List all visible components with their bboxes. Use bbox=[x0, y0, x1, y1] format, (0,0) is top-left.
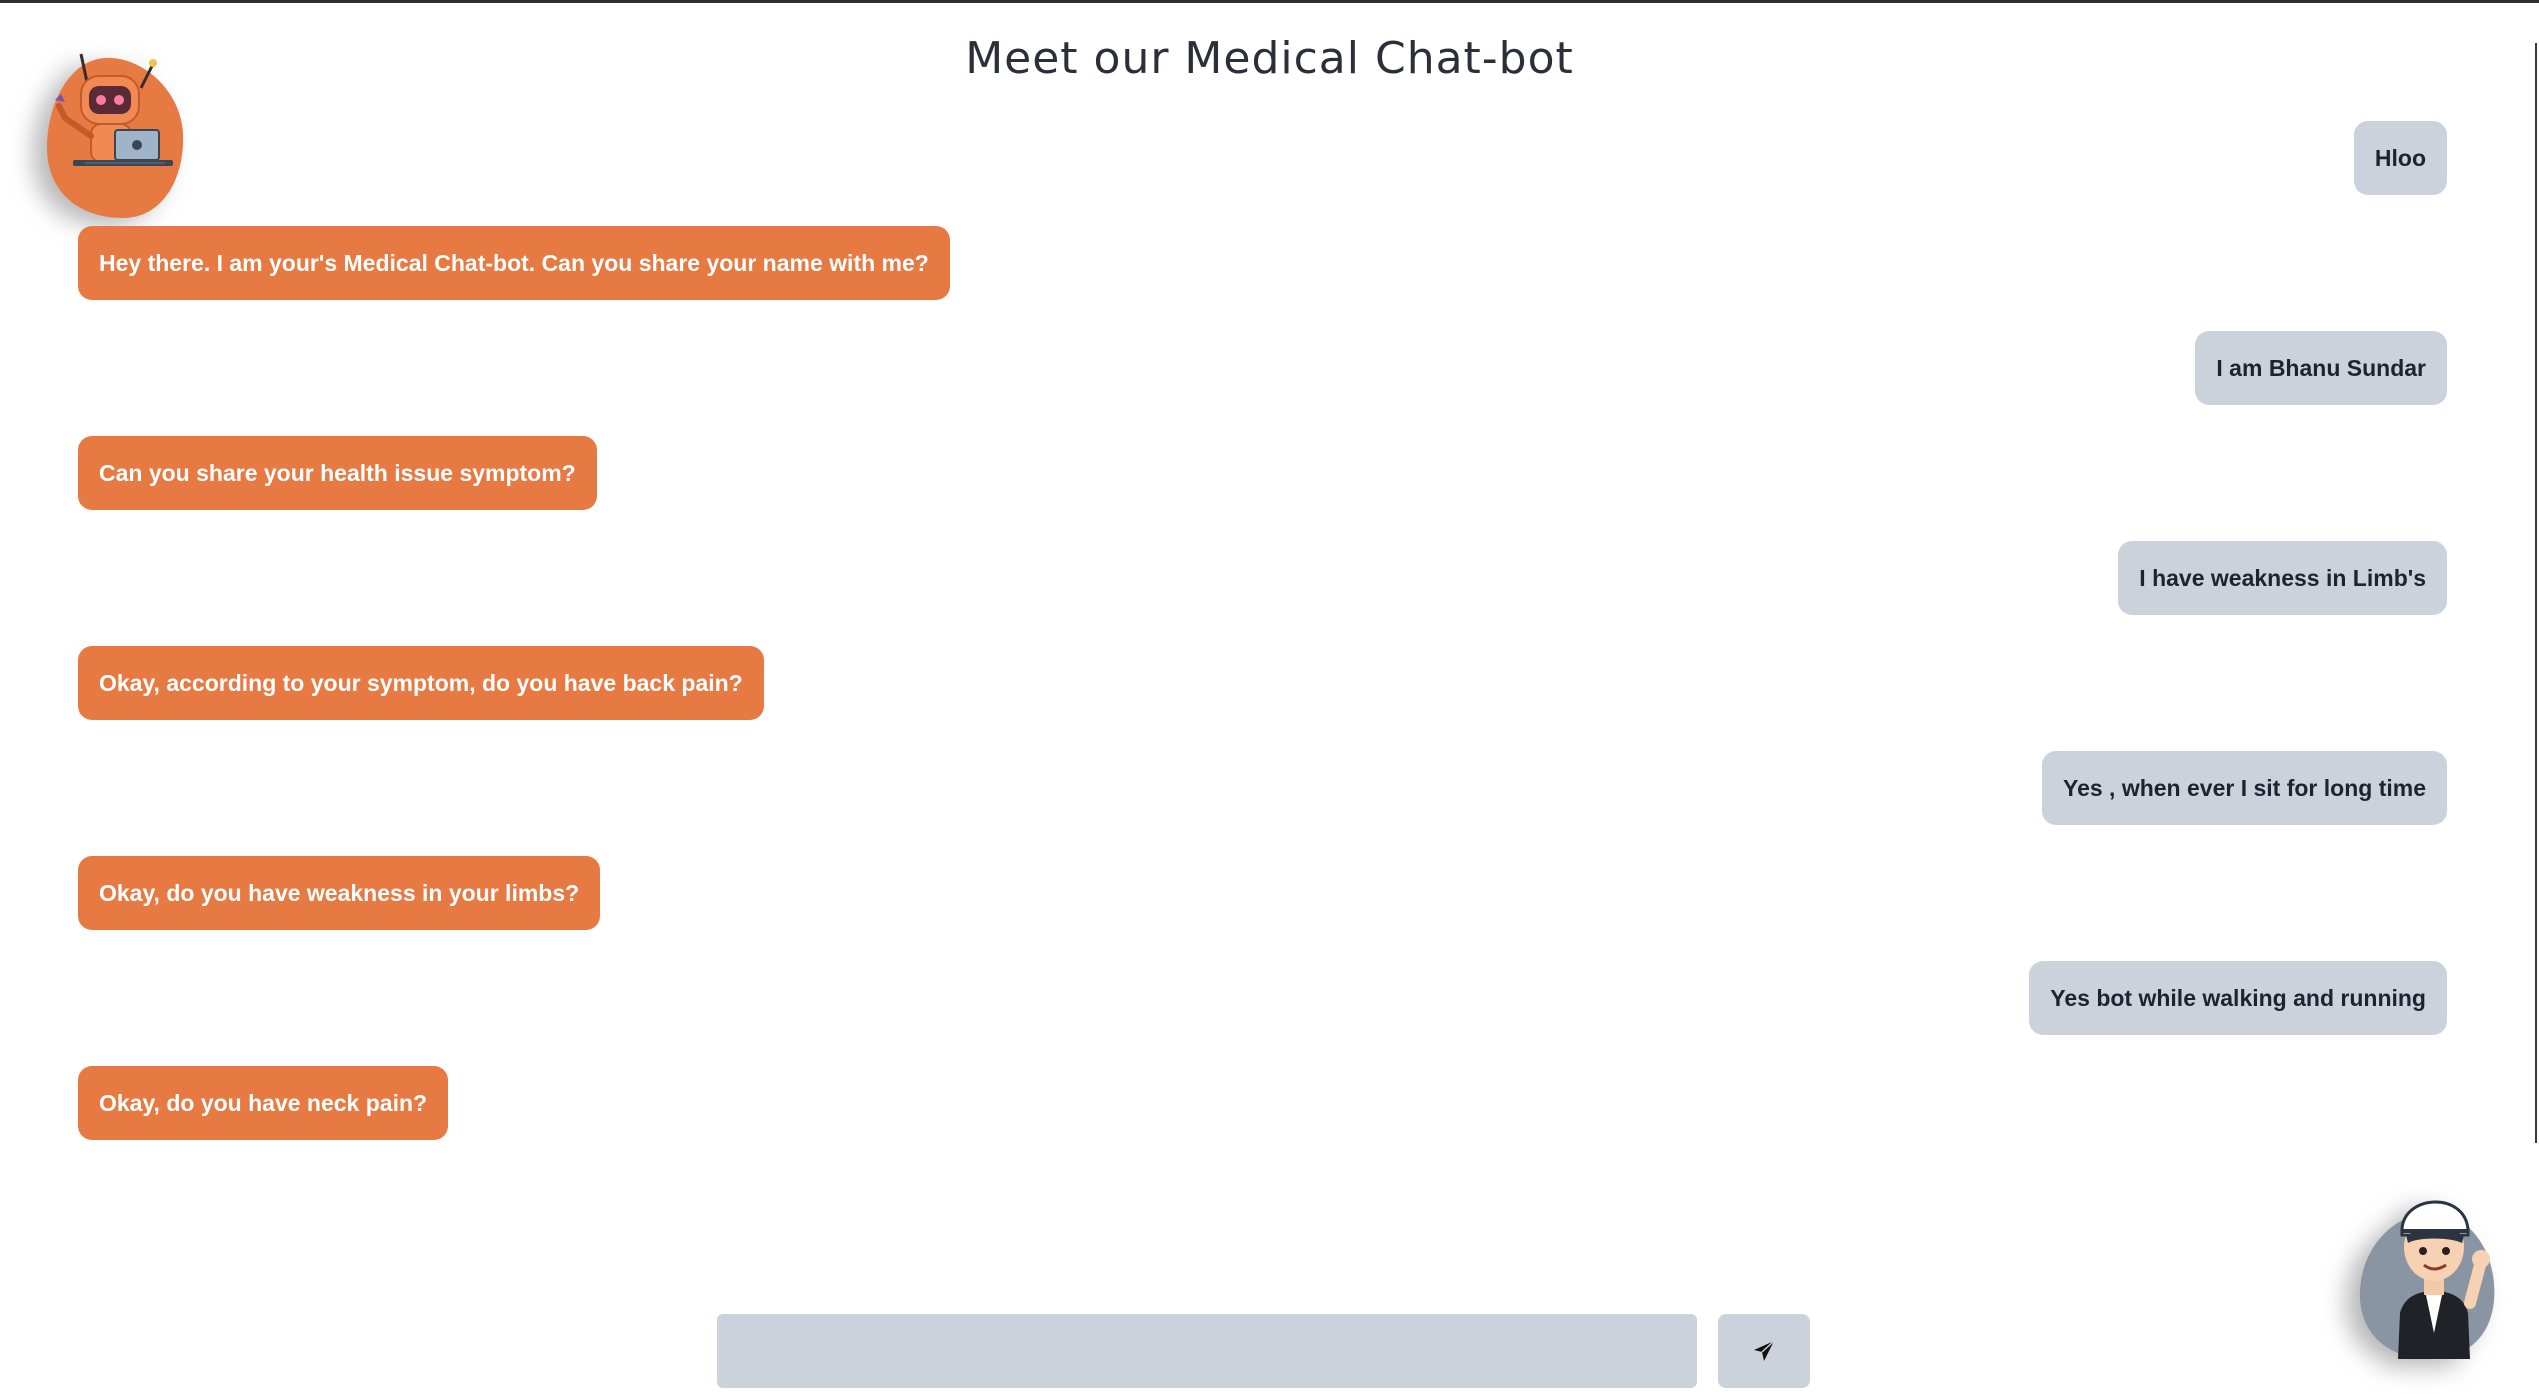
robot-avatar-icon bbox=[45, 48, 185, 220]
bot-message: Hey there. I am your's Medical Chat-bot.… bbox=[78, 226, 950, 300]
user-message: Yes bot while walking and running bbox=[2029, 961, 2447, 1035]
scrollbar-track[interactable] bbox=[2535, 3, 2539, 1394]
page-title: Meet our Medical Chat-bot bbox=[965, 33, 1574, 84]
user-message: Yes , when ever I sit for long time bbox=[2042, 751, 2447, 825]
bot-message: Okay, do you have weakness in your limbs… bbox=[78, 856, 601, 930]
send-button[interactable] bbox=[1718, 1314, 1810, 1388]
bot-message: Okay, do you have neck pain? bbox=[78, 1066, 449, 1140]
boy-avatar-icon bbox=[2358, 1173, 2498, 1361]
scrollbar-thumb[interactable] bbox=[2535, 43, 2537, 1143]
bot-message: Can you share your health issue symptom? bbox=[78, 436, 597, 510]
bot-message: Okay, according to your symptom, do you … bbox=[78, 646, 764, 720]
user-message: Hloo bbox=[2353, 121, 2447, 195]
user-message: I am Bhanu Sundar bbox=[2195, 331, 2447, 405]
user-message: I have weakness in Limb's bbox=[2118, 541, 2447, 615]
message-input[interactable] bbox=[717, 1314, 1697, 1388]
paper-plane-icon bbox=[1754, 1340, 1775, 1361]
